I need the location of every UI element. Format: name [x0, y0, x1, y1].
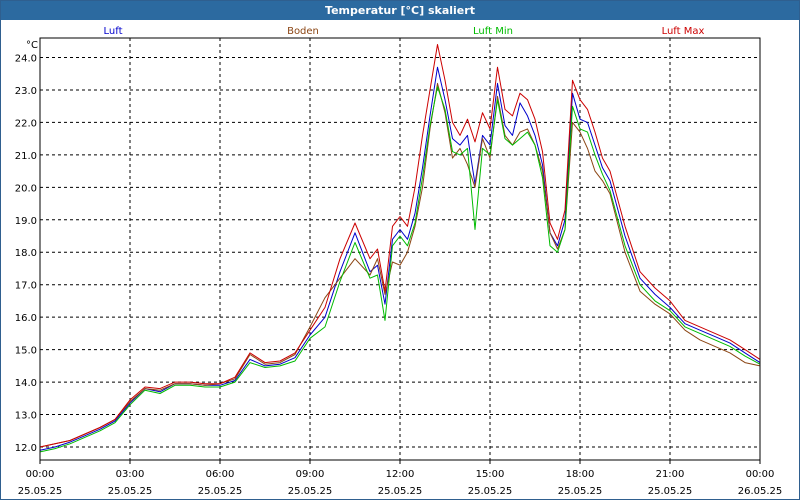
x-tick-time: 12:00: [386, 469, 415, 480]
y-tick-label: 15.0: [15, 346, 37, 357]
x-axis-ticks: 00:00 25.05.25 03:00 25.05.25 06:00 25.05.25 0…: [18, 460, 783, 497]
x-tick-date: 25.05.25: [108, 486, 153, 497]
x-tick-time: 21:00: [656, 469, 685, 480]
x-tick-time: 09:00: [296, 469, 325, 480]
y-tick-label: 18.0: [15, 248, 37, 259]
x-tick-date: 25.05.25: [648, 486, 693, 497]
x-tick-date: 25.05.25: [18, 486, 63, 497]
y-tick-label: 12.0: [15, 443, 37, 454]
x-tick-time: 18:00: [566, 469, 595, 480]
y-tick-label: 20.0: [15, 183, 37, 194]
x-tick-date: 25.05.25: [558, 486, 603, 497]
x-tick-date: 26.05.25: [738, 486, 783, 497]
y-tick-label: 13.0: [15, 411, 37, 422]
x-tick-time: 06:00: [206, 469, 235, 480]
y-tick-label: 17.0: [15, 281, 37, 292]
x-tick-date: 25.05.25: [378, 486, 423, 497]
y-tick-label: 14.0: [15, 378, 37, 389]
y-axis-unit: °C: [26, 40, 38, 51]
legend-entry-luft-max: Luft Max: [662, 26, 705, 37]
y-tick-label: 24.0: [15, 53, 37, 64]
legend-entry-boden: Boden: [287, 26, 319, 37]
y-tick-label: 16.0: [15, 313, 37, 324]
x-tick-time: 00:00: [26, 469, 55, 480]
temperature-chart: 12.0 13.0 14.0 15.0 16.0 17.0 18.0 19.0 20.0 21.0…: [15, 26, 783, 497]
y-axis-ticks: 12.0 13.0 14.0 15.0 16.0 17.0 18.0 19.0 20.0 21.0…: [15, 53, 37, 454]
y-tick-label: 21.0: [15, 151, 37, 162]
x-tick-time: 15:00: [476, 469, 505, 480]
legend: Luft Boden Luft Min Luft Max: [104, 26, 705, 37]
y-tick-label: 22.0: [15, 118, 37, 129]
x-tick-date: 25.05.25: [288, 486, 333, 497]
x-tick-date: 25.05.25: [198, 486, 243, 497]
x-tick-date: 25.05.25: [468, 486, 513, 497]
y-tick-label: 19.0: [15, 216, 37, 227]
grid: [40, 38, 760, 460]
legend-entry-luft: Luft: [104, 26, 123, 37]
legend-entry-luft-min: Luft Min: [473, 26, 513, 37]
x-tick-time: 03:00: [116, 469, 145, 480]
x-tick-time: 00:00: [746, 469, 775, 480]
y-tick-label: 23.0: [15, 86, 37, 97]
